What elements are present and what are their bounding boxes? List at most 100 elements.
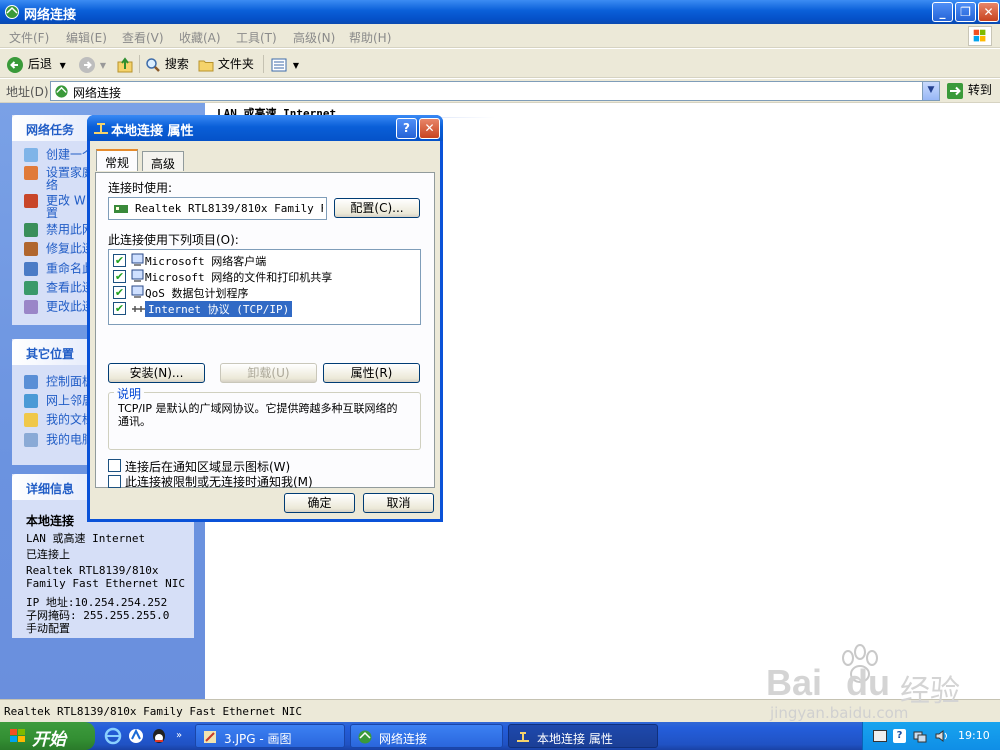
go-label: 转到 bbox=[967, 83, 992, 97]
notify-limited-checkbox[interactable] bbox=[108, 475, 121, 488]
menu-edit[interactable]: 编辑(E) bbox=[66, 29, 107, 46]
dialog-close-button[interactable]: ✕ bbox=[419, 118, 440, 139]
address-input[interactable]: 网络连接 ▼ bbox=[50, 81, 940, 101]
chevron-down-icon[interactable]: ▼ bbox=[60, 61, 66, 70]
search-button[interactable]: 搜索 bbox=[145, 54, 189, 74]
network-tray-icon[interactable] bbox=[913, 729, 927, 743]
item-checkbox[interactable]: ✔ bbox=[113, 286, 126, 299]
watermark-cn: 经验 bbox=[900, 674, 960, 709]
configure-button[interactable]: 配置(C)... bbox=[334, 198, 420, 218]
details-name: 本地连接 bbox=[26, 514, 75, 528]
network-connections-icon bbox=[5, 5, 19, 19]
volume-tray-icon[interactable] bbox=[934, 729, 950, 743]
qos-icon bbox=[131, 285, 144, 298]
task-view-status[interactable]: 查看此连 bbox=[24, 281, 94, 295]
details-status: 已连接上 bbox=[26, 548, 70, 561]
place-control-panel[interactable]: 控制面板 bbox=[24, 375, 94, 389]
task-repair-connection[interactable]: 修复此连 bbox=[24, 242, 94, 256]
dialog-help-button[interactable]: ? bbox=[396, 118, 417, 139]
task-setup-home-network[interactable]: 设置家庭 bbox=[24, 166, 94, 180]
taskbar-item-network-connections[interactable]: 网络连接 bbox=[350, 724, 503, 748]
back-button[interactable]: 后退 ▼ bbox=[6, 54, 66, 74]
watermark-brand: Bai bbox=[766, 662, 823, 703]
list-item[interactable]: ✔ Internet 协议 (TCP/IP) bbox=[113, 300, 413, 317]
address-dropdown-button[interactable]: ▼ bbox=[922, 82, 939, 100]
place-my-documents[interactable]: 我的文档 bbox=[24, 413, 94, 427]
views-button[interactable]: ▼ bbox=[271, 54, 299, 74]
taskbar-item-local-connection-props[interactable]: 本地连接 属性 bbox=[508, 724, 658, 748]
folders-label: 文件夹 bbox=[217, 57, 254, 71]
start-button[interactable]: 开始 bbox=[0, 722, 95, 750]
ok-button[interactable]: 确定 bbox=[284, 493, 355, 513]
chevron-down-icon: ▼ bbox=[292, 61, 299, 70]
item-checkbox[interactable]: ✔ bbox=[113, 254, 126, 267]
close-button[interactable]: ✕ bbox=[978, 2, 999, 22]
task-rename-connection[interactable]: 重命名此 bbox=[24, 262, 94, 276]
up-folder-icon bbox=[117, 56, 133, 72]
components-list: ✔ Microsoft 网络客户端 ✔ Microsoft 网络的文件和打印机共… bbox=[108, 249, 421, 325]
menu-view[interactable]: 查看(V) bbox=[122, 29, 164, 46]
dialog-title-bar[interactable]: 本地连接 属性 ? ✕ bbox=[87, 115, 443, 141]
taskbar-item-label: 网络连接 bbox=[379, 732, 428, 746]
task-create-connection[interactable]: 创建一个 bbox=[24, 148, 94, 162]
lan-connection-icon bbox=[517, 732, 529, 742]
taskbar-item-label: 本地连接 属性 bbox=[537, 732, 613, 746]
tab-general[interactable]: 常规 bbox=[96, 149, 139, 171]
task-setup-home-network-cont[interactable]: 络 bbox=[46, 179, 58, 192]
details-device-line2: Family Fast Ethernet NIC bbox=[26, 577, 185, 590]
window-title-bar: 网络连接 _ ❐ ✕ bbox=[0, 0, 1000, 24]
item-checkbox[interactable]: ✔ bbox=[113, 302, 126, 315]
client-icon bbox=[131, 253, 144, 266]
properties-button[interactable]: 属性(R) bbox=[323, 363, 420, 383]
menu-advanced[interactable]: 高级(N) bbox=[293, 29, 335, 46]
help-tray-icon[interactable]: ? bbox=[893, 729, 906, 743]
forward-button[interactable]: ▼ bbox=[78, 54, 106, 74]
minimize-button[interactable]: _ bbox=[932, 2, 953, 22]
task-change-firewall-cont[interactable]: 置 bbox=[46, 207, 58, 220]
up-folder-button[interactable] bbox=[116, 54, 134, 74]
list-item[interactable]: ✔ Microsoft 网络客户端 bbox=[113, 252, 413, 268]
task-change-settings[interactable]: 更改此连 bbox=[24, 300, 94, 314]
network-neighborhood-icon bbox=[24, 394, 38, 408]
menu-favorites[interactable]: 收藏(A) bbox=[179, 29, 221, 46]
menu-file[interactable]: 文件(F) bbox=[9, 29, 49, 46]
new-connection-icon bbox=[24, 148, 38, 162]
windows-logo-icon bbox=[968, 26, 992, 46]
show-icon-checkbox[interactable] bbox=[108, 459, 121, 472]
properties-dialog: 本地连接 属性 ? ✕ 常规 高级 连接时使用: Realtek RTL8139… bbox=[87, 115, 443, 522]
go-button[interactable]: 转到 bbox=[946, 81, 992, 101]
description-text: TCP/IP 是默认的广域网协议。它提供跨越多种互联网络的通讯。 bbox=[118, 402, 398, 428]
list-item[interactable]: ✔ Microsoft 网络的文件和打印机共享 bbox=[113, 268, 413, 284]
baidu-watermark: Bai du 经验 jingyan.baidu.com bbox=[760, 640, 1000, 722]
details-config: 手动配置 bbox=[26, 622, 70, 635]
place-network-neighborhood[interactable]: 网上邻居 bbox=[24, 394, 94, 408]
quicklaunch-browser-icon[interactable] bbox=[127, 727, 145, 745]
toolbar: 后退 ▼ ▼ 搜索 文件夹 ▼ bbox=[0, 49, 1000, 78]
quicklaunch-ie-icon[interactable] bbox=[104, 727, 122, 745]
place-my-computer[interactable]: 我的电脑 bbox=[24, 433, 94, 447]
address-value: 网络连接 bbox=[73, 86, 122, 100]
notify-limited-label: 此连接被限制或无连接时通知我(M) bbox=[125, 475, 313, 489]
address-bar: 地址(D) 网络连接 ▼ 转到 bbox=[0, 79, 1000, 103]
quicklaunch-qq-icon[interactable] bbox=[150, 727, 168, 745]
menu-tools[interactable]: 工具(T) bbox=[236, 29, 277, 46]
taskbar-item-paint[interactable]: 3.JPG - 画图 bbox=[195, 724, 345, 748]
maximize-button[interactable]: ❐ bbox=[955, 2, 976, 22]
list-item[interactable]: ✔ QoS 数据包计划程序 bbox=[113, 284, 413, 300]
install-button[interactable]: 安装(N)... bbox=[108, 363, 205, 383]
uninstall-button[interactable]: 卸载(U) bbox=[220, 363, 317, 383]
folder-icon bbox=[198, 60, 214, 71]
tab-advanced[interactable]: 高级 bbox=[142, 151, 185, 171]
rename-icon bbox=[24, 262, 38, 276]
taskbar-item-label: 3.JPG - 画图 bbox=[224, 732, 292, 746]
task-disable-device[interactable]: 禁用此网 bbox=[24, 223, 94, 237]
keyboard-tray-icon[interactable] bbox=[873, 730, 887, 742]
address-label: 地址(D) bbox=[6, 85, 49, 99]
cancel-button[interactable]: 取消 bbox=[363, 493, 434, 513]
home-network-icon bbox=[24, 166, 38, 180]
item-checkbox[interactable]: ✔ bbox=[113, 270, 126, 283]
folders-button[interactable]: 文件夹 bbox=[198, 54, 254, 74]
quicklaunch-expand-icon[interactable]: » bbox=[176, 730, 182, 741]
menu-help[interactable]: 帮助(H) bbox=[349, 29, 391, 46]
views-icon bbox=[271, 58, 287, 71]
